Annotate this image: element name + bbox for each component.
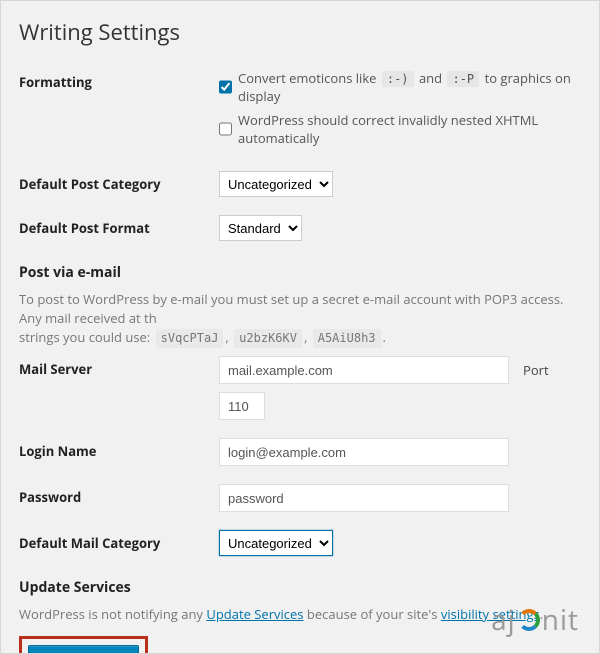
default-mail-category-row: Default Mail Category Uncategorized: [19, 530, 581, 556]
default-post-category-select[interactable]: Uncategorized: [219, 171, 333, 197]
secret-token: sVqcPTaJ: [156, 329, 224, 348]
save-button-highlight: Save Changes ✦: [19, 636, 148, 654]
post-via-email-description: To post to WordPress by e-mail you must …: [19, 290, 581, 348]
default-post-category-row: Default Post Category Uncategorized: [19, 171, 581, 197]
logo-ring-icon: [518, 609, 540, 631]
page-title: Writing Settings: [19, 17, 581, 47]
default-mail-category-label: Default Mail Category: [19, 530, 219, 552]
default-post-format-label: Default Post Format: [19, 215, 219, 237]
convert-emoticons-checkbox[interactable]: [219, 80, 232, 94]
correct-xhtml-checkbox[interactable]: [219, 122, 232, 136]
smiley-icon: :-P: [447, 71, 479, 87]
mail-port-input[interactable]: [219, 392, 265, 420]
password-input[interactable]: [219, 484, 509, 512]
mail-server-label: Mail Server: [19, 356, 219, 378]
correct-xhtml-label: WordPress should correct invalidly neste…: [238, 111, 581, 147]
save-changes-button[interactable]: Save Changes: [28, 645, 139, 654]
formatting-row: Formatting Convert emoticons like :-) an…: [19, 69, 581, 153]
password-row: Password: [19, 484, 581, 512]
convert-emoticons-label: Convert emoticons like :-) and :-P to gr…: [238, 69, 581, 105]
login-name-input[interactable]: [219, 438, 509, 466]
post-via-email-heading: Post via e-mail: [19, 263, 581, 282]
default-post-category-label: Default Post Category: [19, 171, 219, 193]
login-name-label: Login Name: [19, 438, 219, 460]
default-post-format-row: Default Post Format Standard: [19, 215, 581, 241]
watermark-logo: ajnit: [491, 601, 579, 639]
formatting-label: Formatting: [19, 69, 219, 91]
smiley-icon: :-): [382, 71, 414, 87]
password-label: Password: [19, 484, 219, 506]
secret-token: A5AiU8h3: [313, 329, 381, 348]
update-services-link[interactable]: Update Services: [206, 605, 303, 623]
mail-server-input[interactable]: [219, 356, 509, 384]
login-name-row: Login Name: [19, 438, 581, 466]
mail-server-row: Mail Server Port: [19, 356, 581, 420]
update-services-heading: Update Services: [19, 578, 581, 597]
default-mail-category-select[interactable]: Uncategorized: [219, 530, 333, 556]
secret-token: u2bzK6KV: [234, 329, 302, 348]
default-post-format-select[interactable]: Standard: [219, 215, 302, 241]
port-label: Port: [523, 361, 549, 379]
